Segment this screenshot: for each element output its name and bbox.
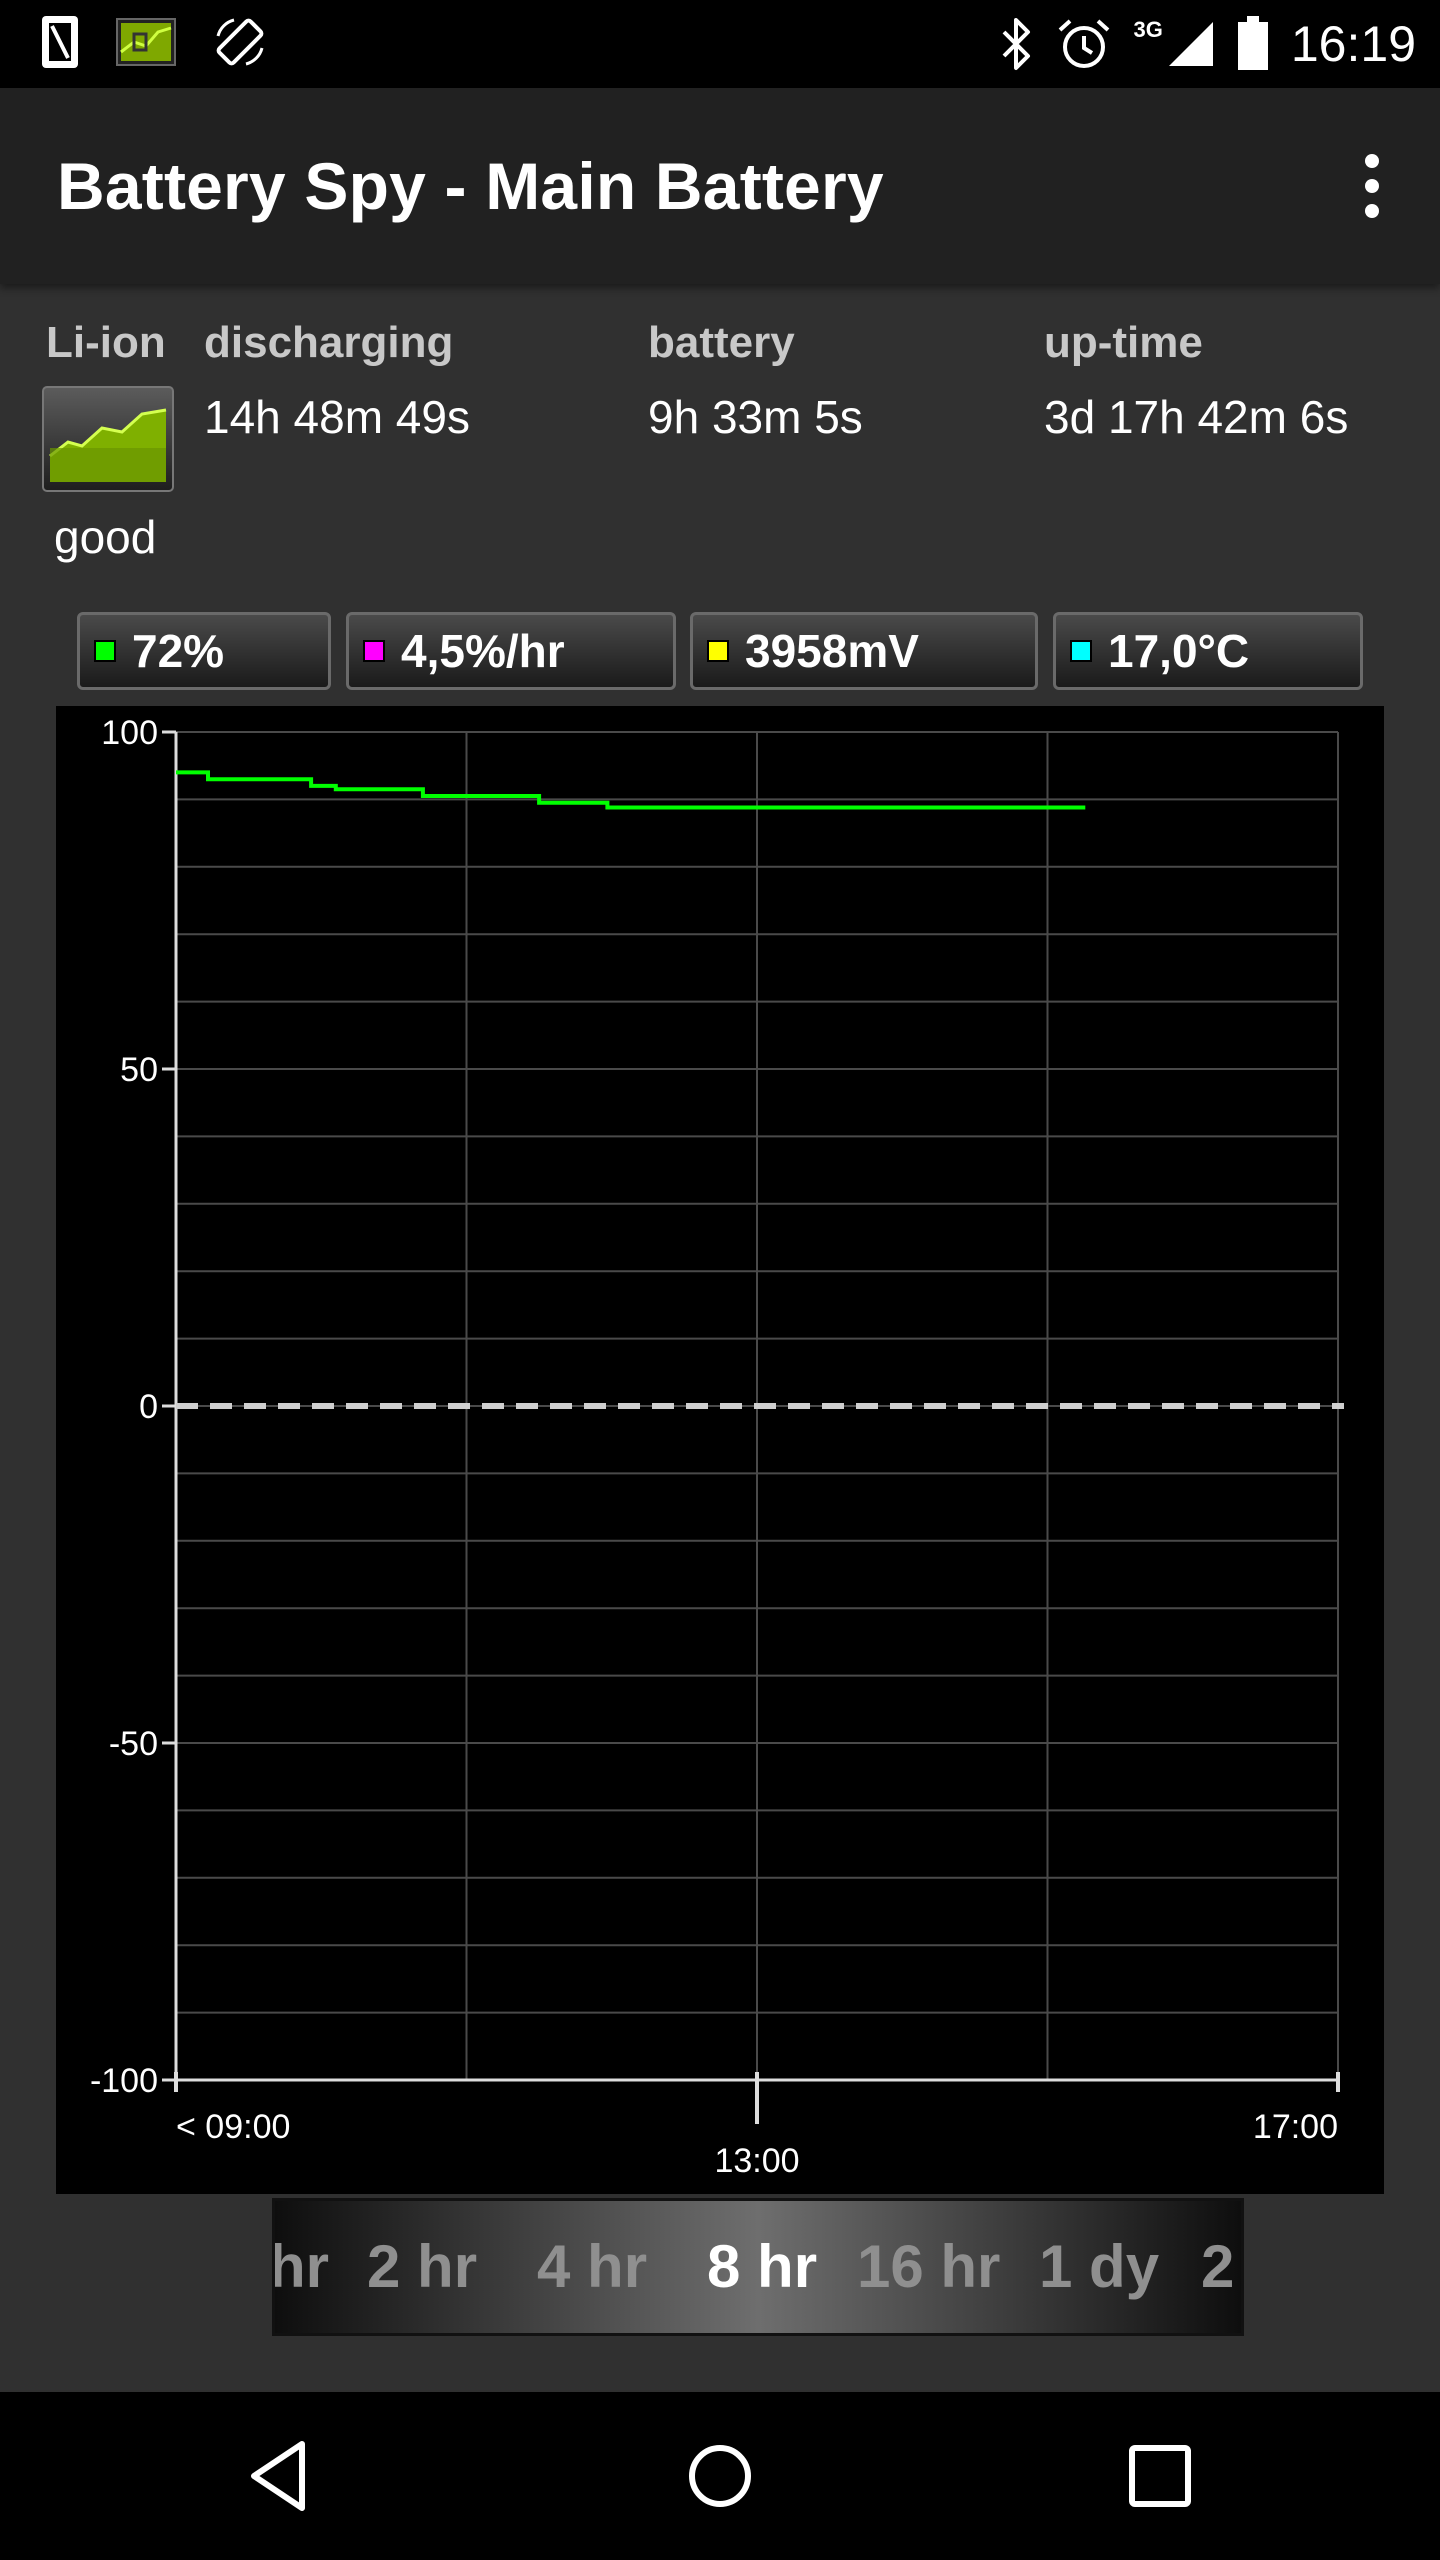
battery-chart[interactable]: 100 50 0 -50 -100 < 09:00 13:00 17:00 [56,706,1384,2194]
y-tick-label: 100 [101,714,158,752]
alarm-icon [1058,19,1109,68]
legend-rate-chip[interactable]: 4,5%/hr [346,612,676,690]
x-tick-label: 17:00 [1253,2108,1338,2146]
battery-time-value: 9h 33m 5s [648,391,863,443]
legend-voltage-chip[interactable]: 3958mV [690,612,1038,690]
y-tick-label: 50 [120,1051,158,1089]
x-tick-label: 13:00 [714,2142,799,2180]
battery-type-column: Li-ion [46,318,166,368]
discharging-label: discharging [204,318,454,367]
range-option-1dy[interactable]: 1 dy [1039,2201,1159,2333]
temperature-value: 17,0°C [1108,625,1250,677]
network-type-label: 3G [1133,17,1163,42]
battery-spy-notification-icon [116,18,176,66]
navigation-bar [0,2392,1440,2560]
uptime-label: up-time [1044,318,1203,367]
legend-charge-chip[interactable]: 72% [77,612,331,690]
y-tick-label: -50 [109,1725,158,1763]
battery-time-label: battery [648,318,795,367]
range-option-16hr[interactable]: 16 hr [857,2201,1000,2333]
voltage-swatch [707,640,729,662]
signal-icon [1168,22,1213,66]
sd-card-icon [42,16,78,68]
legend-temperature-chip[interactable]: 17,0°C [1053,612,1363,690]
charge-series-line [176,770,1086,810]
charge-value: 72% [132,625,225,677]
battery-column: battery 9h 33m 5s [648,318,863,444]
battery-status-icon [42,386,174,492]
discharging-value: 14h 48m 49s [204,391,470,443]
range-option-8hr[interactable]: 8 hr [707,2201,817,2333]
app-title: Battery Spy - Main Battery [57,149,884,223]
overflow-menu-icon[interactable] [1342,148,1402,224]
bluetooth-icon [1002,18,1030,70]
range-option-4hr[interactable]: 4 hr [537,2201,647,2333]
range-option-2hr[interactable]: 2 hr [367,2201,477,2333]
clock: 16:19 [1290,16,1416,72]
home-icon[interactable] [680,2436,760,2516]
status-bar: 3G 16:19 [0,0,1440,88]
rate-swatch [363,640,385,662]
recents-icon[interactable] [1120,2436,1200,2516]
range-option-hr[interactable]: hr [275,2201,329,2333]
battery-type-label: Li-ion [46,318,166,367]
range-selector[interactable]: hr 2 hr 4 hr 8 hr 16 hr 1 dy 2 [272,2198,1244,2336]
rate-value: 4,5%/hr [401,625,565,677]
battery-health: good [54,511,157,563]
battery-icon [1237,16,1268,70]
screen-rotation-icon [216,18,264,66]
chart-svg: 100 50 0 -50 -100 < 09:00 13:00 17:00 [90,714,1344,2180]
range-option-2[interactable]: 2 [1201,2201,1234,2333]
uptime-value: 3d 17h 42m 6s [1044,391,1349,443]
uptime-column: up-time 3d 17h 42m 6s [1044,318,1348,444]
y-tick-label: 0 [139,1388,158,1426]
discharging-column: discharging 14h 48m 49s [204,318,470,444]
temperature-swatch [1070,640,1092,662]
x-tick-label: < 09:00 [176,2108,290,2146]
app-bar: Battery Spy - Main Battery [0,88,1440,284]
charge-swatch [94,640,116,662]
back-icon[interactable] [240,2436,320,2516]
voltage-value: 3958mV [745,625,919,677]
y-tick-label: -100 [90,2062,158,2100]
